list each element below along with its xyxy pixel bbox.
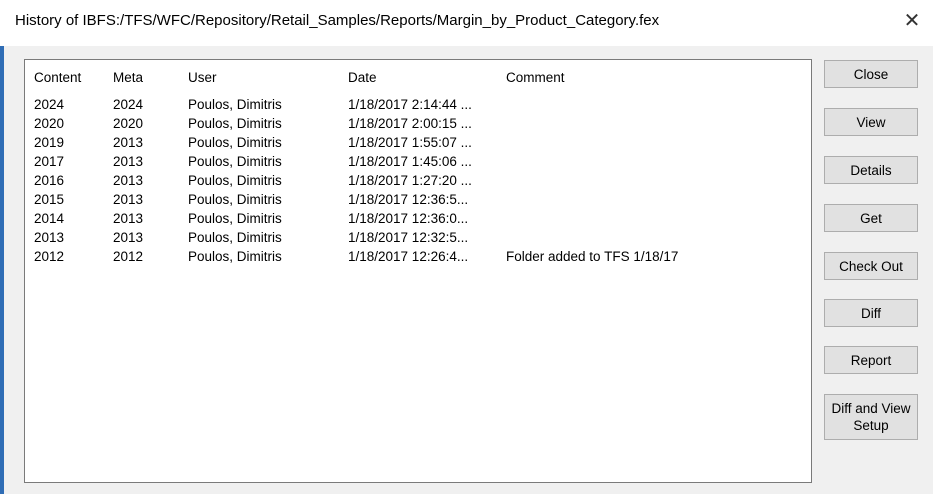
cell-user: Poulos, Dimitris	[188, 211, 282, 226]
title-bar: History of IBFS:/TFS/WFC/Repository/Reta…	[0, 0, 933, 46]
cell-meta: 2024	[113, 97, 144, 112]
details-button[interactable]: Details	[824, 156, 918, 184]
cell-content: 2020	[34, 116, 65, 131]
cell-user: Poulos, Dimitris	[188, 173, 282, 188]
diff-and-view-setup-label-line1: Diff and View	[831, 401, 911, 416]
close-button[interactable]: Close	[824, 60, 918, 88]
cell-content: 2012	[34, 249, 65, 264]
history-list[interactable]: Content Meta User Date Comment 2024 2024…	[24, 59, 812, 483]
cell-date: 1/18/2017 2:00:15 ...	[348, 116, 472, 131]
cell-meta: 2013	[113, 211, 144, 226]
list-header: Content Meta User Date Comment	[25, 60, 811, 92]
cell-date: 1/18/2017 12:32:5...	[348, 230, 469, 245]
list-row[interactable]: 2014 2013 Poulos, Dimitris 1/18/2017 12:…	[25, 210, 811, 229]
cell-date: 1/18/2017 1:27:20 ...	[348, 173, 472, 188]
history-dialog: History of IBFS:/TFS/WFC/Repository/Reta…	[0, 0, 933, 494]
diff-and-view-setup-label-line2: Setup	[853, 418, 889, 433]
cell-content: 2016	[34, 173, 65, 188]
cell-date: 1/18/2017 12:26:4...	[348, 249, 469, 264]
cell-user: Poulos, Dimitris	[188, 97, 282, 112]
list-row[interactable]: 2015 2013 Poulos, Dimitris 1/18/2017 12:…	[25, 191, 811, 210]
cell-date: 1/18/2017 12:36:0...	[348, 211, 469, 226]
list-row[interactable]: 2017 2013 Poulos, Dimitris 1/18/2017 1:4…	[25, 153, 811, 172]
list-row[interactable]: 2019 2013 Poulos, Dimitris 1/18/2017 1:5…	[25, 134, 811, 153]
report-button[interactable]: Report	[824, 346, 918, 374]
cell-user: Poulos, Dimitris	[188, 230, 282, 245]
cell-date: 1/18/2017 1:55:07 ...	[348, 135, 472, 150]
cell-content: 2017	[34, 154, 65, 169]
list-row[interactable]: 2013 2013 Poulos, Dimitris 1/18/2017 12:…	[25, 229, 811, 248]
cell-meta: 2013	[113, 230, 144, 245]
cell-user: Poulos, Dimitris	[188, 135, 282, 150]
cell-meta: 2013	[113, 192, 144, 207]
column-header-meta[interactable]: Meta	[113, 70, 143, 85]
diff-button[interactable]: Diff	[824, 299, 918, 327]
cell-user: Poulos, Dimitris	[188, 154, 282, 169]
cell-meta: 2020	[113, 116, 144, 131]
window-border	[0, 46, 4, 494]
column-header-comment[interactable]: Comment	[506, 70, 565, 85]
dialog-title: History of IBFS:/TFS/WFC/Repository/Reta…	[15, 12, 660, 29]
cell-content: 2015	[34, 192, 65, 207]
cell-user: Poulos, Dimitris	[188, 249, 282, 264]
close-icon[interactable]: ✕	[900, 8, 924, 34]
cell-meta: 2013	[113, 135, 144, 150]
cell-content: 2013	[34, 230, 65, 245]
cell-user: Poulos, Dimitris	[188, 116, 282, 131]
cell-date: 1/18/2017 12:36:5...	[348, 192, 469, 207]
get-button[interactable]: Get	[824, 204, 918, 232]
cell-meta: 2013	[113, 154, 144, 169]
column-header-content[interactable]: Content	[34, 70, 81, 85]
cell-meta: 2012	[113, 249, 144, 264]
cell-content: 2024	[34, 97, 65, 112]
cell-date: 1/18/2017 1:45:06 ...	[348, 154, 472, 169]
view-button[interactable]: View	[824, 108, 918, 136]
cell-content: 2019	[34, 135, 65, 150]
column-header-date[interactable]: Date	[348, 70, 377, 85]
cell-meta: 2013	[113, 173, 144, 188]
diff-and-view-setup-button[interactable]: Diff and View Setup	[824, 394, 918, 440]
column-header-user[interactable]: User	[188, 70, 217, 85]
cell-content: 2014	[34, 211, 65, 226]
list-row[interactable]: 2020 2020 Poulos, Dimitris 1/18/2017 2:0…	[25, 115, 811, 134]
list-row[interactable]: 2012 2012 Poulos, Dimitris 1/18/2017 12:…	[25, 248, 811, 267]
list-row[interactable]: 2024 2024 Poulos, Dimitris 1/18/2017 2:1…	[25, 96, 811, 115]
cell-comment: Folder added to TFS 1/18/17	[506, 249, 679, 264]
check-out-button[interactable]: Check Out	[824, 252, 918, 280]
cell-user: Poulos, Dimitris	[188, 192, 282, 207]
list-row[interactable]: 2016 2013 Poulos, Dimitris 1/18/2017 1:2…	[25, 172, 811, 191]
cell-date: 1/18/2017 2:14:44 ...	[348, 97, 472, 112]
